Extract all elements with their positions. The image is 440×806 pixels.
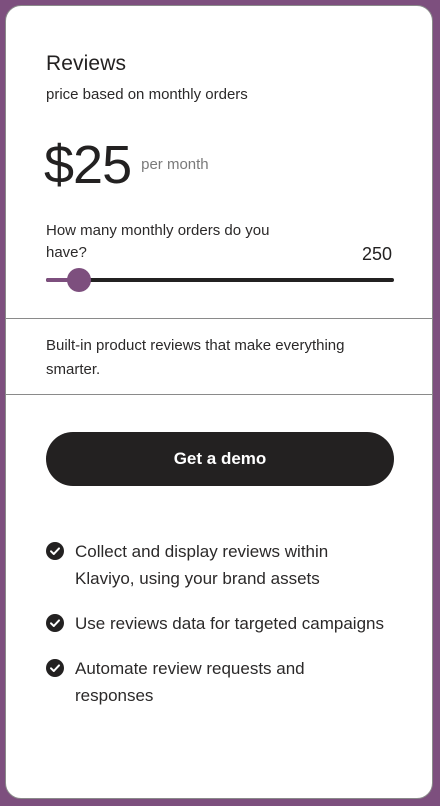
pricing-card: Reviews price based on monthly orders $2… [5,5,433,799]
plan-subtitle: price based on monthly orders [46,86,248,103]
divider-top [6,318,432,319]
divider-bottom [6,394,432,395]
feature-item: Automate review requests and responses [46,655,386,709]
price-period: per month [141,156,209,173]
feature-text: Automate review requests and responses [75,659,305,705]
check-circle-icon [46,542,64,560]
check-circle-icon [46,614,64,632]
price-row: $25 per month [44,134,209,196]
slider-track[interactable] [46,278,394,282]
slider-thumb[interactable] [67,268,92,292]
price-amount: $25 [44,135,132,195]
get-demo-button[interactable]: Get a demo [46,432,394,486]
orders-slider[interactable] [46,268,394,292]
feature-item: Use reviews data for targeted campaigns [46,610,386,637]
feature-item: Collect and display reviews within Klavi… [46,538,386,592]
check-circle-icon [46,659,64,677]
feature-list: Collect and display reviews within Klavi… [46,538,386,727]
orders-question: How many monthly orders do you have? [46,222,270,261]
feature-text: Collect and display reviews within Klavi… [75,542,329,588]
plan-title: Reviews [46,52,127,75]
feature-text: Use reviews data for targeted campaigns [75,614,384,633]
orders-value: 250 [361,244,392,264]
plan-description: Built-in product reviews that make every… [46,337,345,378]
